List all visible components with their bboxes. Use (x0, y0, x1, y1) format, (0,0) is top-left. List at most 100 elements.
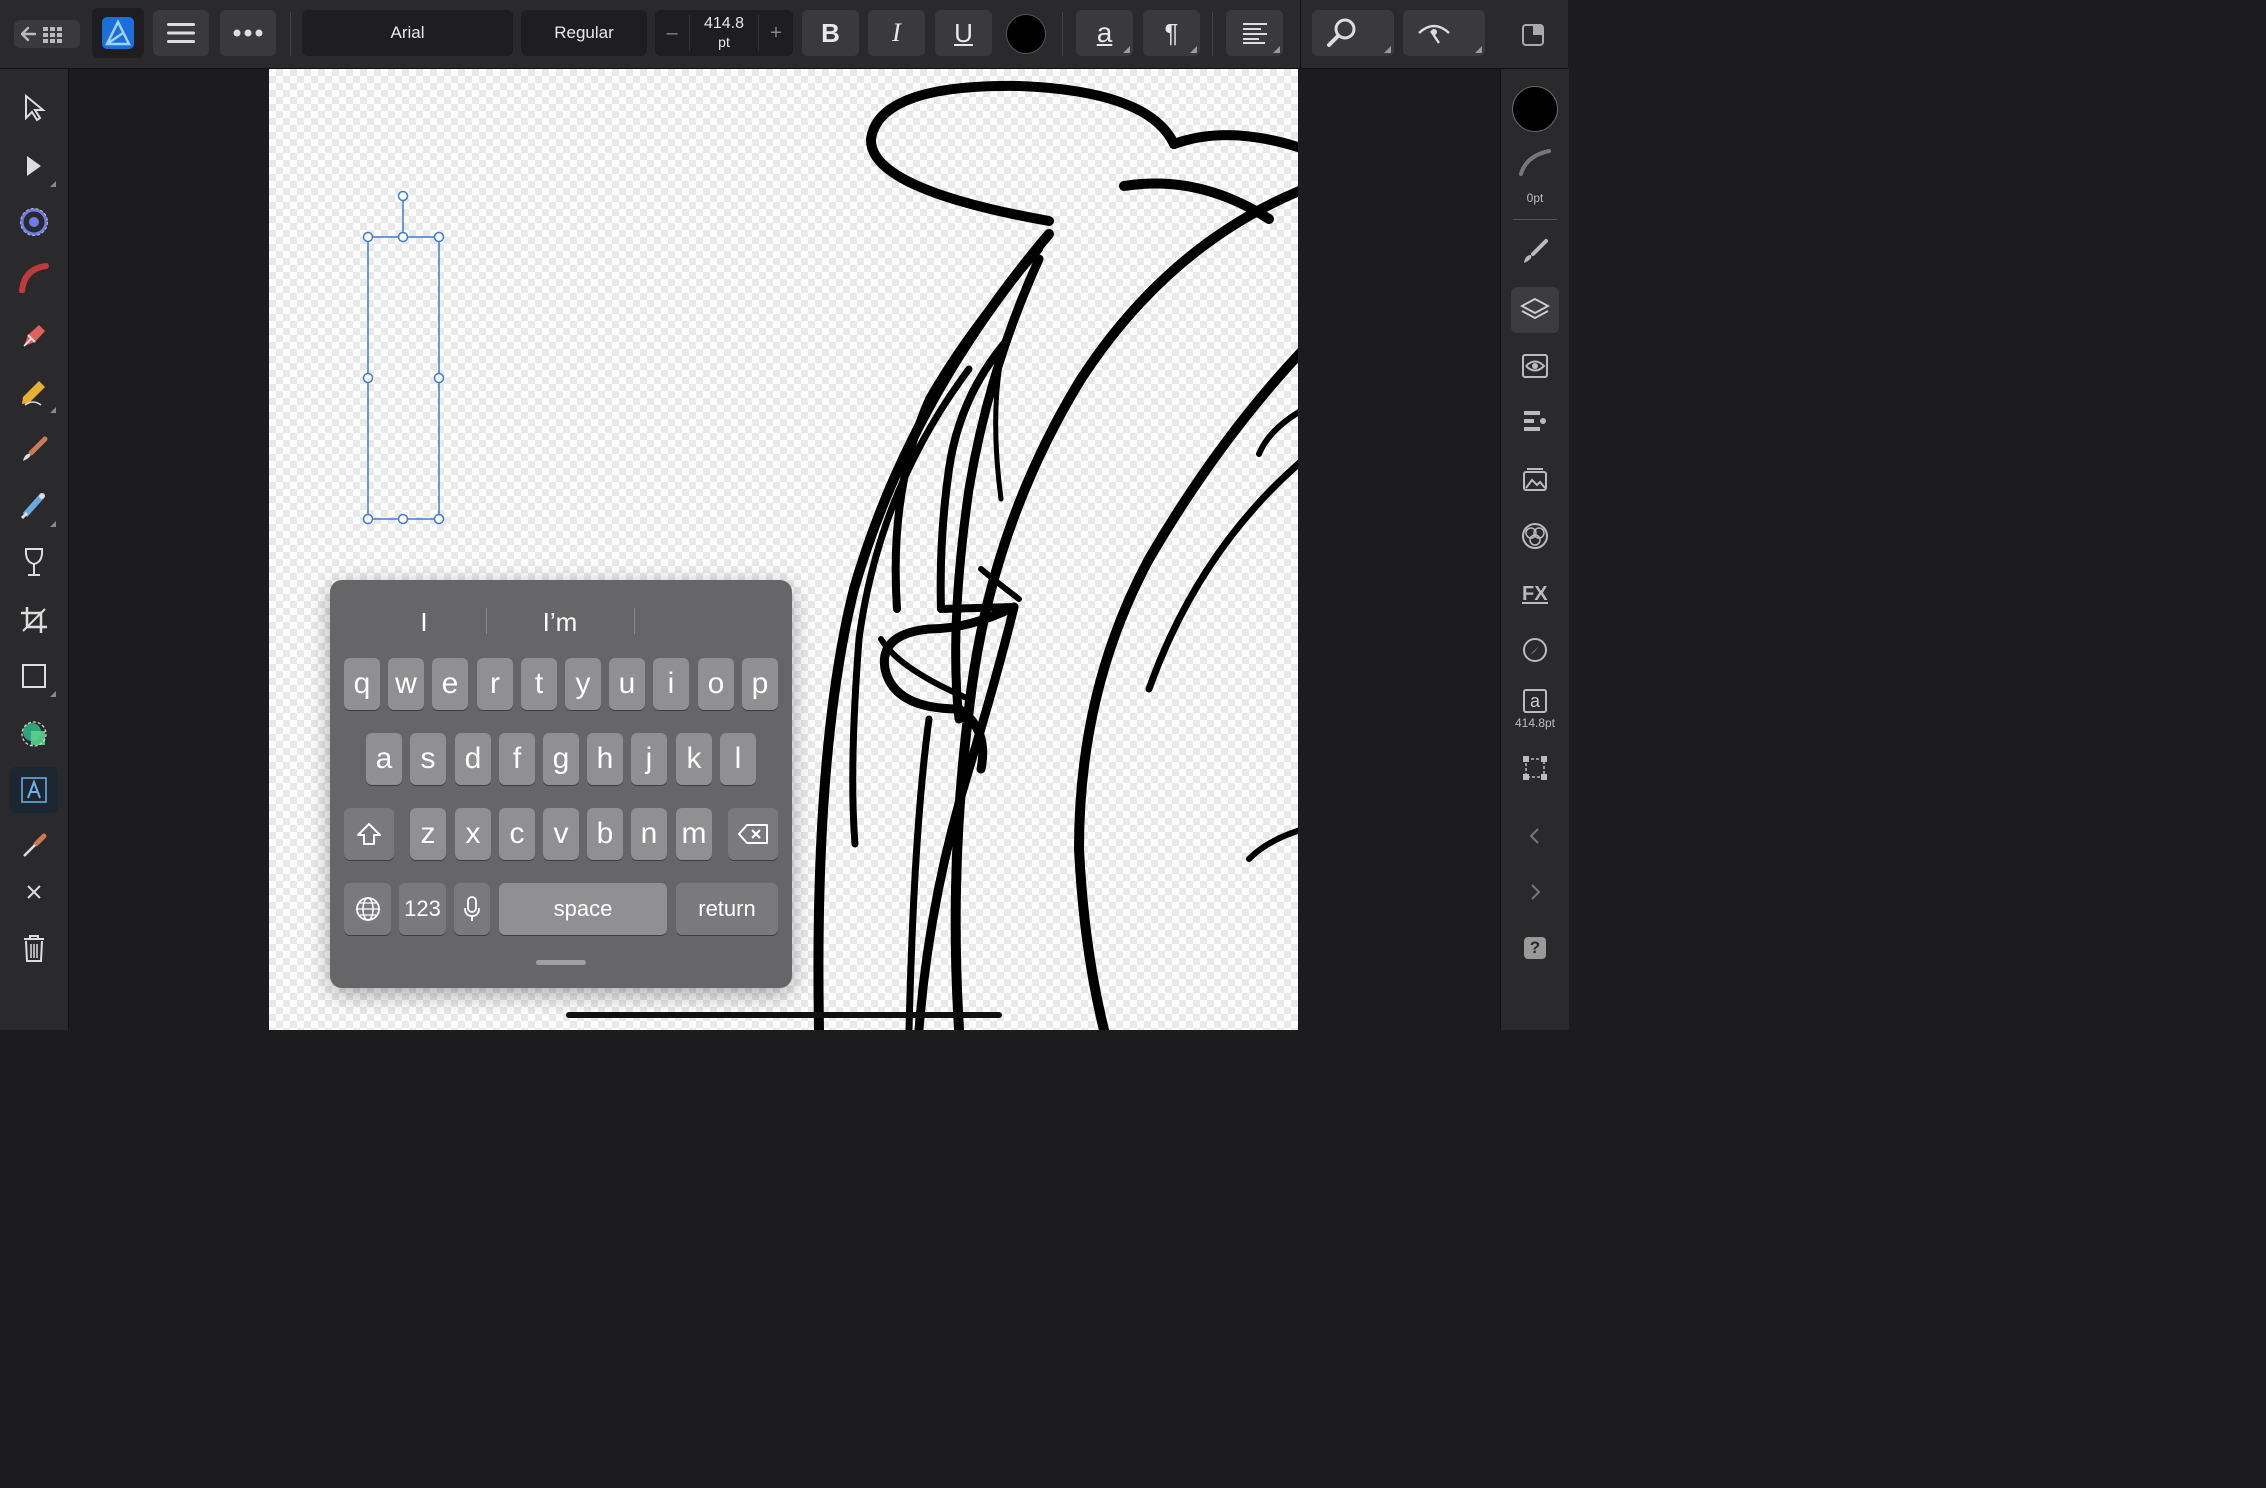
numbers-key[interactable]: 123 (399, 883, 446, 935)
designer-persona-button[interactable] (92, 8, 144, 58)
text-frame-selection[interactable] (361, 189, 481, 529)
back-grid-icon (21, 26, 62, 43)
character-panel-button[interactable]: a (1076, 10, 1133, 56)
fill-color-well[interactable] (1512, 86, 1558, 132)
key-f[interactable]: f (499, 733, 535, 785)
corner-tool-button[interactable] (10, 199, 58, 245)
space-key[interactable]: space (499, 883, 667, 935)
suggestion-2[interactable]: I’m (490, 602, 630, 642)
effects-panel-button[interactable]: FX (1511, 569, 1559, 615)
key-a[interactable]: a (366, 733, 402, 785)
fill-tool-button[interactable] (10, 483, 58, 529)
stroke-width-label: 0pt (1526, 191, 1544, 205)
key-w[interactable]: w (388, 658, 424, 710)
dictation-key[interactable] (454, 883, 490, 935)
color-panel-button[interactable] (1511, 513, 1559, 559)
character-panel-button[interactable]: a (1511, 681, 1559, 721)
key-n[interactable]: n (631, 808, 667, 860)
pencil-tool-button[interactable] (10, 369, 58, 415)
studio-panel: 0pt FX a 414.8pt ? (1500, 69, 1569, 1030)
key-b[interactable]: b (587, 808, 623, 860)
key-y[interactable]: y (565, 658, 601, 710)
text-align-button[interactable] (1226, 10, 1283, 56)
layers-panel-button[interactable] (1511, 287, 1559, 333)
pencil-curve-tool-button[interactable] (10, 255, 58, 301)
key-j[interactable]: j (631, 733, 667, 785)
fx-icon: FX (1522, 583, 1548, 605)
rectangle-tool-button[interactable] (10, 653, 58, 699)
key-d[interactable]: d (455, 733, 491, 785)
key-g[interactable]: g (543, 733, 579, 785)
view-mode-button[interactable] (1403, 10, 1485, 56)
shape-builder-icon (21, 721, 47, 747)
key-x[interactable]: x (455, 808, 491, 860)
move-tool-button[interactable] (10, 85, 58, 131)
toggle-studio-button[interactable] (1518, 20, 1548, 50)
appearance-panel-button[interactable] (1511, 343, 1559, 389)
navigator-panel-button[interactable] (1511, 627, 1559, 673)
pen-nib-icon (23, 325, 45, 347)
paragraph-panel-button[interactable]: ¶ (1143, 10, 1200, 56)
crop-tool-button[interactable] (10, 597, 58, 643)
bold-button[interactable]: B (802, 10, 859, 56)
home-indicator[interactable] (566, 1012, 1002, 1018)
menu-button[interactable] (153, 10, 209, 56)
font-size-increase-button[interactable]: + (759, 22, 793, 45)
shape-builder-tool-button[interactable] (10, 711, 58, 757)
separator (290, 12, 291, 56)
assets-panel-button[interactable] (1511, 457, 1559, 503)
transform-icon (1523, 756, 1547, 780)
underline-button[interactable]: U (935, 10, 992, 56)
key-e[interactable]: e (432, 658, 468, 710)
delete-key[interactable] (728, 808, 778, 860)
pen-tool-button[interactable] (10, 313, 58, 359)
collapse-left-button[interactable] (1511, 813, 1559, 859)
key-z[interactable]: z (410, 808, 446, 860)
text-styles-panel-button[interactable] (1511, 399, 1559, 445)
key-l[interactable]: l (720, 733, 756, 785)
key-o[interactable]: o (698, 658, 734, 710)
shift-key[interactable] (344, 808, 394, 860)
return-key[interactable]: return (676, 883, 778, 935)
stroke-button[interactable] (1511, 139, 1559, 185)
keyboard-drag-handle[interactable] (536, 960, 586, 965)
more-options-button[interactable] (220, 10, 276, 56)
text-color-swatch[interactable] (1006, 14, 1046, 54)
key-q[interactable]: q (344, 658, 380, 710)
brushes-panel-button[interactable] (1511, 229, 1559, 275)
font-style-selector[interactable]: Regular (521, 10, 647, 56)
help-button[interactable]: ? (1511, 925, 1559, 971)
font-family-selector[interactable]: Arial (302, 10, 513, 56)
magnifier-snapping-icon (1327, 18, 1356, 47)
node-tool-button[interactable] (10, 143, 58, 189)
vector-brush-tool-button[interactable] (10, 427, 58, 473)
key-c[interactable]: c (499, 808, 535, 860)
close-tool-button[interactable] (10, 869, 58, 915)
key-s[interactable]: s (410, 733, 446, 785)
font-size-field[interactable]: 414.8 pt (689, 15, 759, 51)
transparency-tool-button[interactable] (10, 539, 58, 585)
key-v[interactable]: v (543, 808, 579, 860)
key-r[interactable]: r (477, 658, 513, 710)
separator (634, 608, 635, 634)
node-arrow-icon (27, 156, 41, 176)
key-p[interactable]: p (742, 658, 778, 710)
italic-button[interactable]: I (868, 10, 925, 56)
key-i[interactable]: i (653, 658, 689, 710)
chevron-left-icon (1529, 828, 1539, 844)
color-picker-tool-button[interactable] (10, 823, 58, 869)
delete-button[interactable] (10, 925, 58, 971)
back-to-gallery-button[interactable] (14, 20, 80, 48)
expand-right-button[interactable] (1511, 869, 1559, 915)
globe-key[interactable] (344, 883, 391, 935)
key-k[interactable]: k (676, 733, 712, 785)
key-h[interactable]: h (587, 733, 623, 785)
snapping-button[interactable] (1312, 10, 1394, 56)
key-u[interactable]: u (609, 658, 645, 710)
suggestion-1[interactable]: I (354, 602, 494, 642)
transform-panel-button[interactable] (1511, 745, 1559, 791)
font-size-decrease-button[interactable]: – (655, 22, 689, 45)
artistic-text-tool-button[interactable] (10, 767, 58, 813)
key-m[interactable]: m (676, 808, 712, 860)
key-t[interactable]: t (521, 658, 557, 710)
